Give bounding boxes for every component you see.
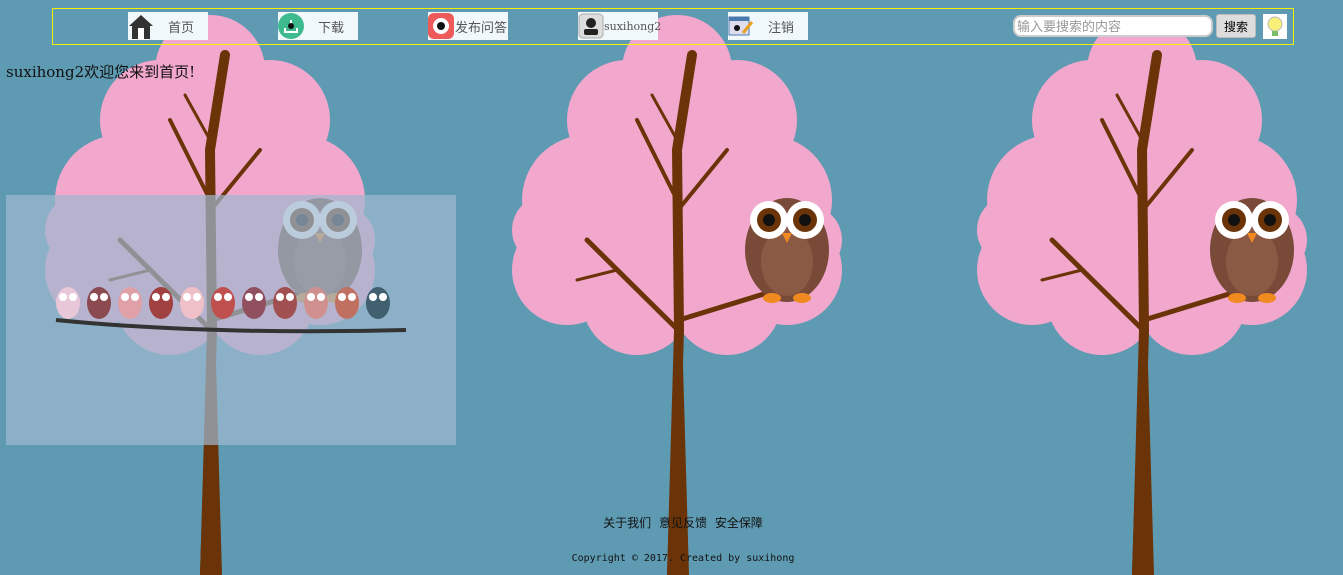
slideshow-owl <box>242 287 266 319</box>
lightbulb-icon[interactable] <box>1263 14 1287 39</box>
nav-download[interactable]: 下载 <box>278 12 358 40</box>
background-tree <box>932 0 1343 575</box>
search-button[interactable]: 搜索 <box>1216 14 1256 38</box>
slideshow-owl <box>273 287 297 319</box>
footer-links: 关于我们 意见反馈 安全保障 <box>0 514 1343 531</box>
footer-link-security[interactable]: 安全保障 <box>715 516 763 530</box>
copyright: Copyright © 2017. Created by suxihong <box>571 553 795 564</box>
slideshow-owl <box>366 287 390 319</box>
search-input[interactable] <box>1013 15 1213 37</box>
footer-link-feedback[interactable]: 意见反馈 <box>659 516 707 530</box>
welcome-message: suxihong2欢迎您来到首页! <box>6 63 196 81</box>
nav-logout[interactable]: 注销 <box>728 12 808 40</box>
nav-post-qa[interactable]: 发布问答 <box>428 12 508 40</box>
slideshow-owl <box>180 287 204 319</box>
background-tree <box>467 0 937 575</box>
slideshow-owl <box>335 287 359 319</box>
nav-download-label: 下载 <box>317 20 344 36</box>
user-icon <box>578 13 604 39</box>
nav-user[interactable]: suxihong2 <box>578 12 662 40</box>
qa-icon <box>428 13 454 39</box>
footer-link-about[interactable]: 关于我们 <box>603 516 651 530</box>
owl-slideshow-image[interactable] <box>6 195 456 445</box>
slideshow-owl <box>149 287 173 319</box>
nav-user-label: suxihong2 <box>604 19 662 33</box>
slideshow-owl <box>118 287 142 319</box>
nav-home[interactable]: 首页 <box>128 12 208 40</box>
slideshow-owl <box>304 287 328 319</box>
slideshow-owl <box>87 287 111 319</box>
top-navbar: 首页 下载 发布问答 suxihong2 注销 搜索 <box>52 8 1294 45</box>
slideshow-owl <box>56 287 80 319</box>
logout-icon <box>728 16 754 36</box>
download-icon <box>278 13 304 39</box>
nav-logout-label: 注销 <box>767 20 794 36</box>
nav-home-label: 首页 <box>167 20 194 36</box>
nav-post-qa-label: 发布问答 <box>454 20 507 36</box>
slideshow-owl <box>211 287 235 319</box>
home-icon <box>129 15 153 39</box>
